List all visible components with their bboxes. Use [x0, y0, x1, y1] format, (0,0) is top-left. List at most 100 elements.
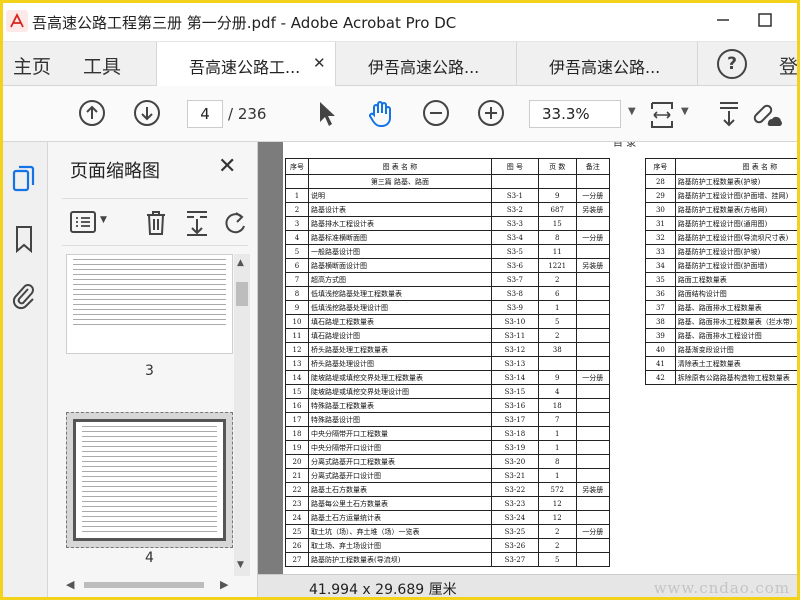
hand-tool-icon[interactable] — [366, 99, 396, 129]
title-bar: 吾高速公路工程第三册 第一分册.pdf - Adobe Acrobat Pro … — [0, 0, 800, 42]
scroll-down-icon[interactable]: ▼ — [237, 560, 244, 570]
table-cell — [575, 398, 611, 413]
link-cloud-icon[interactable] — [750, 99, 782, 129]
table-cell: 低填浅挖路基处理工程数量表 — [307, 286, 492, 301]
table-row: 6 路基横断面设计图 S3-6 1221 另装册 — [285, 258, 611, 273]
table-row: 40 路基渐变段设计图 — [645, 342, 800, 357]
table-cell: 1 — [285, 188, 309, 203]
thumbnails-panel: 页面缩略图 ✕ ▼ 3 4 ▲ ▼ ◀ ▶ — [48, 142, 258, 600]
table-cell — [575, 342, 611, 357]
table-cell: 路面结构设计图 — [674, 286, 800, 301]
table-cell: S3-24 — [490, 510, 539, 525]
scroll-right-icon[interactable]: ▶ — [220, 578, 228, 591]
bookmarks-icon[interactable] — [11, 224, 37, 254]
page-thumbnails-icon[interactable] — [11, 164, 37, 194]
table-cell: 9 — [537, 188, 577, 203]
select-cursor-icon[interactable] — [315, 99, 339, 129]
scroll-left-icon[interactable]: ◀ — [66, 578, 74, 591]
table-cell: 取土坑（场）、弃土堆（场）一览表 — [307, 524, 492, 539]
rotate-page-icon[interactable] — [222, 209, 248, 237]
maximize-icon[interactable] — [755, 10, 775, 30]
extract-pages-icon[interactable] — [184, 209, 210, 237]
table-cell: 23 — [285, 496, 309, 511]
thumbnails-horizontal-scrollbar[interactable]: ◀ ▶ — [62, 576, 234, 594]
fit-page-icon[interactable] — [648, 99, 676, 131]
document-tab-label: 伊吾高速公路... — [549, 58, 661, 77]
zoom-level-field[interactable]: 33.3% — [529, 100, 621, 128]
thumbnail-options-dropdown-icon[interactable]: ▼ — [100, 215, 107, 225]
close-panel-icon[interactable]: ✕ — [218, 154, 236, 179]
table-cell: 路基防护工程设计图(通用图) — [674, 216, 800, 231]
table-cell: 25 — [285, 524, 309, 539]
scrollbar-thumb[interactable] — [236, 282, 248, 306]
fit-page-dropdown-icon[interactable]: ▼ — [681, 106, 689, 117]
table-cell — [575, 314, 611, 329]
table-cell: 另装册 — [575, 258, 611, 273]
sign-in-link[interactable]: 登 — [779, 52, 798, 79]
horizontal-scrollbar-thumb[interactable] — [84, 582, 204, 588]
document-viewport[interactable]: 目 录 序号 图 表 名 称 图 号 页 数 备注 第三篇 路基、路面 1 说明 S… — [258, 142, 800, 600]
zoom-in-icon[interactable] — [477, 99, 505, 127]
table-cell: 路基、路面排水工程设计图 — [674, 328, 800, 343]
home-tab[interactable]: 主页 — [13, 52, 51, 79]
table-row: 34 路基防护工程设计图(护面墙) — [645, 258, 800, 273]
table-row: 26 取土场、弃土场设计图 S3-26 2 — [285, 538, 611, 553]
table-cell: 2 — [537, 538, 577, 553]
table-cell: 8 — [285, 286, 309, 301]
scroll-up-icon[interactable]: ▲ — [237, 258, 244, 268]
table-row: 35 路面工程数量表 — [645, 272, 800, 287]
next-page-icon[interactable] — [133, 99, 161, 127]
table-cell — [537, 356, 577, 371]
page-dimensions: 41.994 x 29.689 厘米 — [309, 582, 457, 598]
table-cell: 2 — [537, 524, 577, 539]
table-cell: S3-18 — [490, 426, 539, 441]
table-cell: 572 — [537, 482, 577, 497]
table-cell: 桥头路基处理设计图 — [307, 356, 492, 371]
table-cell: 路基防护工程设计图(导流坝尺寸表) — [674, 230, 800, 245]
delete-page-icon[interactable] — [144, 209, 168, 237]
table-row: 12 桥头路基处理工程数量表 S3-12 38 — [285, 342, 611, 357]
table-row: 11 填石路堤设计图 S3-11 2 — [285, 328, 611, 343]
tools-tab[interactable]: 工具 — [83, 52, 121, 79]
page-thumbnail-4[interactable] — [66, 412, 233, 548]
column-header: 页 数 — [537, 158, 577, 175]
table-cell: 2 — [537, 272, 577, 287]
column-header: 序号 — [285, 158, 309, 175]
window-title: 吾高速公路工程第三册 第一分册.pdf - Adobe Acrobat Pro … — [32, 14, 457, 32]
scroll-mode-icon[interactable] — [717, 99, 741, 129]
table-cell: 16 — [285, 398, 309, 413]
table-cell: 39 — [645, 328, 676, 343]
table-cell: 12 — [285, 342, 309, 357]
thumbnails-vertical-scrollbar[interactable]: ▲ ▼ — [234, 254, 250, 576]
table-cell: 20 — [285, 454, 309, 469]
page-number-input[interactable]: 4 — [187, 100, 223, 128]
table-row: 9 低填浅挖路基处理设计图 S3-9 1 — [285, 300, 611, 315]
table-row: 30 路基防护工程数量表(方格网) — [645, 202, 800, 217]
table-cell — [575, 384, 611, 399]
close-tab-icon[interactable]: ✕ — [313, 54, 326, 72]
table-cell: 15 — [285, 384, 309, 399]
table-cell — [575, 244, 611, 259]
page-thumbnail-3[interactable] — [66, 254, 233, 354]
attachments-icon[interactable] — [11, 280, 37, 310]
table-cell: 38 — [537, 342, 577, 357]
table-cell: 陡坡路堤或填挖交界处理设计图 — [307, 384, 492, 399]
document-tab-1[interactable]: 吾高速公路工... — [156, 42, 336, 86]
zoom-dropdown-icon[interactable]: ▼ — [628, 106, 636, 117]
document-tab-3[interactable]: 伊吾高速公路... — [517, 42, 697, 86]
table-cell: 拆除原有公路路基构造物工程数量表 — [674, 370, 800, 385]
table-row: 37 路基、路面排水工程数量表 — [645, 300, 800, 315]
table-cell: S3-5 — [490, 244, 539, 259]
table-row: 33 路基防护工程设计图(护坡) — [645, 244, 800, 259]
thumbnail-options-icon[interactable] — [70, 211, 96, 233]
table-cell: S3-8 — [490, 286, 539, 301]
minimize-icon[interactable] — [713, 10, 733, 30]
help-icon[interactable]: ? — [717, 49, 747, 79]
document-tab-2[interactable]: 伊吾高速公路... — [336, 42, 516, 86]
table-cell: 27 — [285, 552, 309, 567]
table-cell: 1 — [537, 468, 577, 483]
previous-page-icon[interactable] — [78, 99, 106, 127]
table-cell: 特殊路基工程数量表 — [307, 398, 492, 413]
table-row: 8 低填浅挖路基处理工程数量表 S3-8 6 — [285, 286, 611, 301]
zoom-out-icon[interactable] — [422, 99, 450, 127]
